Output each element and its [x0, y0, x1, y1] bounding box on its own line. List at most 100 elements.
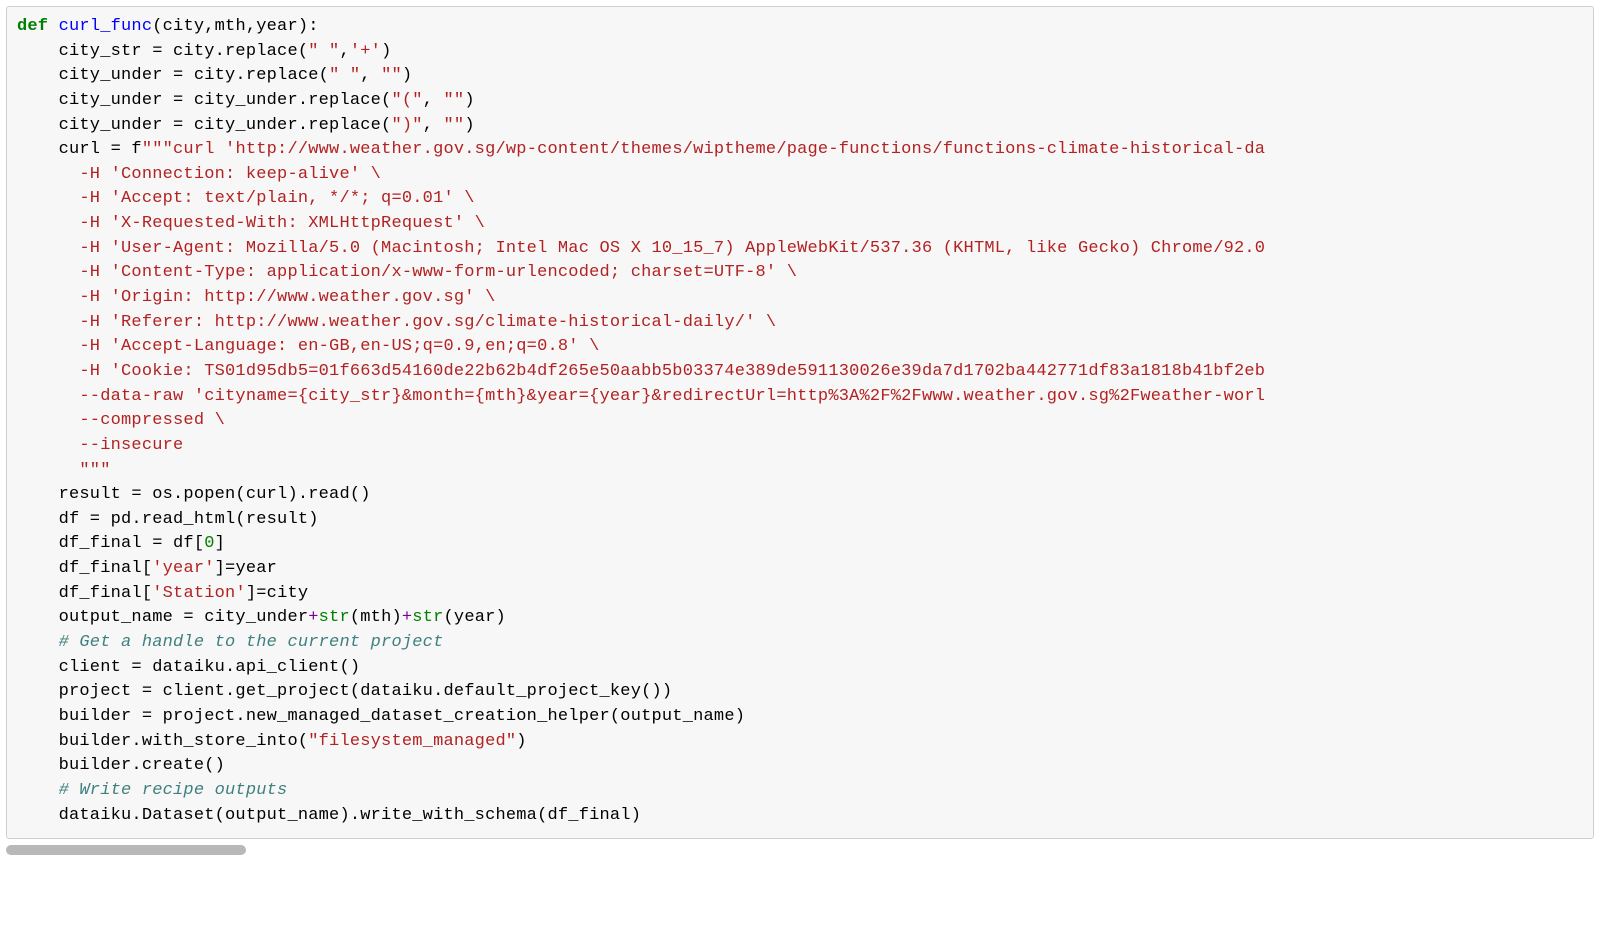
code-line: df_final['Station']=city [17, 582, 1583, 607]
string-literal: -H 'Content-Type: application/x-www-form… [17, 263, 797, 282]
keyword-def: def [17, 17, 59, 36]
code-line: -H 'Accept-Language: en-GB,en-US;q=0.9,e… [17, 335, 1583, 360]
code-line: city_str = city.replace(" ",'+') [17, 40, 1583, 65]
code-text: city_under = city_under.replace( [17, 91, 391, 110]
string-literal: 'Station' [152, 584, 246, 603]
string-literal: -H 'Cookie: TS01d95db5=01f663d54160de22b… [17, 362, 1265, 381]
code-text: (city,mth,year): [152, 17, 318, 36]
code-line: builder.create() [17, 754, 1583, 779]
string-literal: " " [308, 42, 339, 61]
code-line: --insecure [17, 434, 1583, 459]
code-line: output_name = city_under+str(mth)+str(ye… [17, 606, 1583, 631]
code-text: client = dataiku.api_client() [17, 658, 360, 677]
code-text: ) [464, 116, 474, 135]
code-line: -H 'X-Requested-With: XMLHttpRequest' \ [17, 212, 1583, 237]
code-text: , [423, 91, 444, 110]
code-text: , [339, 42, 349, 61]
code-text: project = client.get_project(dataiku.def… [17, 682, 672, 701]
code-line: -H 'Content-Type: application/x-www-form… [17, 261, 1583, 286]
code-text: result = os.popen(curl).read() [17, 485, 371, 504]
string-literal: -H 'Referer: http://www.weather.gov.sg/c… [17, 313, 776, 332]
code-text: df = pd.read_html(result) [17, 510, 319, 529]
code-text: ]=year [215, 559, 277, 578]
function-name: curl_func [59, 17, 153, 36]
code-line: --compressed \ [17, 409, 1583, 434]
code-text: ) [381, 42, 391, 61]
comment: # Write recipe outputs [17, 781, 287, 800]
builtin-str: str [319, 608, 350, 627]
code-text: builder.create() [17, 756, 225, 775]
string-literal: -H 'User-Agent: Mozilla/5.0 (Macintosh; … [17, 239, 1265, 258]
string-literal: -H 'X-Requested-With: XMLHttpRequest' \ [17, 214, 485, 233]
operator-plus: + [402, 608, 412, 627]
code-line: builder.with_store_into("filesystem_mana… [17, 730, 1583, 755]
code-text: df_final[ [17, 559, 152, 578]
code-line: curl = f"""curl 'http://www.weather.gov.… [17, 138, 1583, 163]
horizontal-scrollbar[interactable] [6, 845, 1594, 855]
code-text: city_under = city_under.replace( [17, 116, 391, 135]
code-text: ]=city [246, 584, 308, 603]
code-line: builder = project.new_managed_dataset_cr… [17, 705, 1583, 730]
string-literal: "filesystem_managed" [308, 732, 516, 751]
string-literal: -H 'Connection: keep-alive' \ [17, 165, 381, 184]
code-line: client = dataiku.api_client() [17, 656, 1583, 681]
scrollbar-thumb[interactable] [6, 845, 246, 855]
code-text: df_final = df[ [17, 534, 204, 553]
code-text: builder = project.new_managed_dataset_cr… [17, 707, 745, 726]
code-text: ) [464, 91, 474, 110]
code-text: , [360, 66, 381, 85]
code-text: builder.with_store_into( [17, 732, 308, 751]
code-line: city_under = city.replace(" ", "") [17, 64, 1583, 89]
code-line: city_under = city_under.replace("(", "") [17, 89, 1583, 114]
code-line: def curl_func(city,mth,year): [17, 15, 1583, 40]
string-literal: --data-raw 'cityname={city_str}&month={m… [17, 387, 1265, 406]
comment: # Get a handle to the current project [17, 633, 443, 652]
code-line: -H 'Referer: http://www.weather.gov.sg/c… [17, 311, 1583, 336]
code-cell: def curl_func(city,mth,year): city_str =… [6, 6, 1594, 839]
operator-plus: + [308, 608, 318, 627]
code-line: city_under = city_under.replace(")", "") [17, 114, 1583, 139]
code-text: df_final[ [17, 584, 152, 603]
string-literal: """ [17, 461, 111, 480]
string-literal: "" [444, 91, 465, 110]
string-literal: "" [381, 66, 402, 85]
string-literal: --insecure [17, 436, 183, 455]
code-line: """ [17, 459, 1583, 484]
code-text: curl = f [17, 140, 142, 159]
code-line: -H 'User-Agent: Mozilla/5.0 (Macintosh; … [17, 237, 1583, 262]
code-line: result = os.popen(curl).read() [17, 483, 1583, 508]
string-literal: -H 'Accept: text/plain, */*; q=0.01' \ [17, 189, 475, 208]
string-literal: -H 'Origin: http://www.weather.gov.sg' \ [17, 288, 495, 307]
code-line: # Get a handle to the current project [17, 631, 1583, 656]
code-text: output_name = city_under [17, 608, 308, 627]
code-text: city_under = city.replace( [17, 66, 329, 85]
code-line: dataiku.Dataset(output_name).write_with_… [17, 804, 1583, 829]
string-literal: -H 'Accept-Language: en-GB,en-US;q=0.9,e… [17, 337, 600, 356]
string-literal: "" [444, 116, 465, 135]
code-text: dataiku.Dataset(output_name).write_with_… [17, 806, 641, 825]
code-line: df = pd.read_html(result) [17, 508, 1583, 533]
code-line: df_final['year']=year [17, 557, 1583, 582]
code-line: # Write recipe outputs [17, 779, 1583, 804]
string-literal: "(" [391, 91, 422, 110]
number-literal: 0 [204, 534, 214, 553]
code-line: -H 'Origin: http://www.weather.gov.sg' \ [17, 286, 1583, 311]
string-literal: ")" [391, 116, 422, 135]
string-literal: " " [329, 66, 360, 85]
code-text: , [423, 116, 444, 135]
string-literal: '+' [350, 42, 381, 61]
code-line: --data-raw 'cityname={city_str}&month={m… [17, 385, 1583, 410]
string-literal: 'year' [152, 559, 214, 578]
code-line: project = client.get_project(dataiku.def… [17, 680, 1583, 705]
code-text: ] [215, 534, 225, 553]
code-text: (year) [444, 608, 506, 627]
code-text: ) [402, 66, 412, 85]
code-text: (mth) [350, 608, 402, 627]
code-text: city_str = city.replace( [17, 42, 308, 61]
code-line: -H 'Connection: keep-alive' \ [17, 163, 1583, 188]
code-text: ) [516, 732, 526, 751]
string-literal: """curl 'http://www.weather.gov.sg/wp-co… [142, 140, 1265, 159]
code-line: df_final = df[0] [17, 532, 1583, 557]
code-line: -H 'Accept: text/plain, */*; q=0.01' \ [17, 187, 1583, 212]
string-literal: --compressed \ [17, 411, 225, 430]
